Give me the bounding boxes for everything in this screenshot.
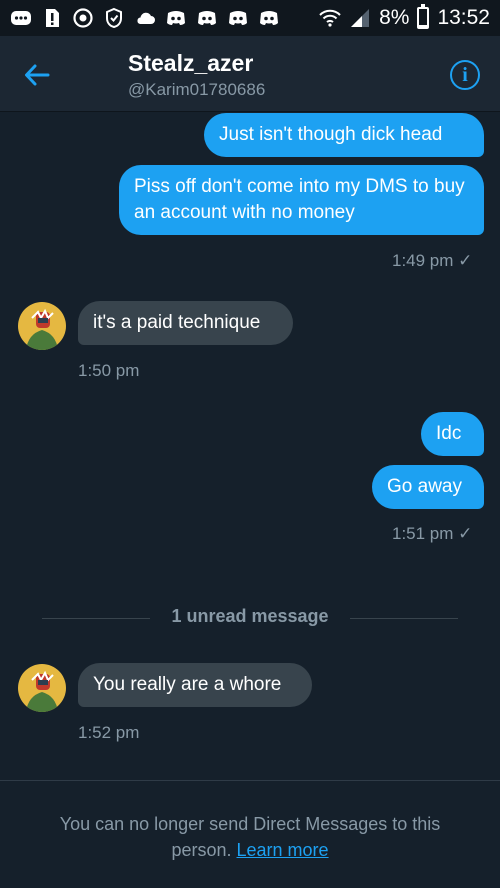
info-button[interactable]: i: [450, 60, 480, 90]
unread-label: 1 unread message: [171, 606, 329, 626]
learn-more-link[interactable]: Learn more: [237, 840, 329, 860]
unread-divider: 1 unread message: [42, 606, 458, 630]
discord-icon: [258, 7, 280, 29]
avatar-image: [18, 302, 66, 350]
discord-icon: [227, 7, 249, 29]
received-message[interactable]: You really are a whore: [78, 663, 312, 707]
battery-percentage: 8%: [379, 6, 410, 29]
sync-icon: [72, 7, 94, 29]
system-status: 8% 13:52: [319, 4, 490, 30]
battery-fill: [419, 25, 428, 27]
shield-icon: [103, 7, 125, 29]
avatar-image: [18, 664, 66, 712]
info-icon: i: [462, 63, 468, 86]
discord-icon: [196, 7, 218, 29]
received-message[interactable]: it's a paid technique: [78, 301, 293, 345]
wifi-icon: [319, 7, 341, 29]
sent-message[interactable]: Idc: [421, 412, 484, 456]
conversation-title[interactable]: Stealz_azer: [128, 50, 253, 77]
discord-icon: [165, 7, 187, 29]
battery-icon: [417, 4, 430, 29]
clock: 13:52: [437, 6, 490, 29]
back-arrow-icon: [25, 64, 50, 86]
dm-disabled-notice: You can no longer send Direct Messages t…: [30, 811, 470, 863]
status-bar: 8% 13:52: [0, 0, 500, 36]
conversation-handle: @Karim01780686: [128, 80, 266, 99]
divider-line: [42, 618, 150, 619]
avatar[interactable]: [18, 664, 66, 712]
sent-message[interactable]: Just isn't though dick head: [204, 113, 484, 157]
sim-alert-icon: [41, 7, 63, 29]
notification-icons: [10, 7, 280, 29]
message-notification-icon: [10, 7, 32, 29]
avatar[interactable]: [18, 302, 66, 350]
message-timestamp: 1:50 pm: [78, 361, 140, 380]
sent-message[interactable]: Go away: [372, 465, 484, 509]
conversation-header: Stealz_azer @Karim01780686 i: [0, 36, 500, 112]
divider-line: [350, 618, 458, 619]
signal-icon: [349, 7, 371, 29]
dm-disabled-footer: You can no longer send Direct Messages t…: [0, 780, 500, 888]
cloud-icon: [134, 7, 156, 29]
message-timestamp: 1:49 pm ✓: [392, 251, 473, 270]
message-timestamp: 1:51 pm ✓: [392, 524, 473, 543]
sent-message[interactable]: Piss off don't come into my DMS to buy a…: [119, 165, 484, 235]
message-timestamp: 1:52 pm: [78, 723, 140, 742]
back-button[interactable]: [22, 60, 52, 90]
